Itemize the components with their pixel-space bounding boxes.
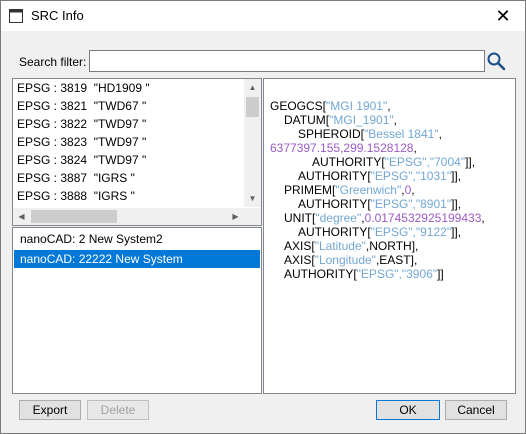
scroll-up-icon[interactable]: ▲ xyxy=(244,79,261,96)
close-icon: ✕ xyxy=(495,5,511,26)
ok-button[interactable]: OK xyxy=(376,400,440,420)
cancel-button[interactable]: Cancel xyxy=(445,400,507,420)
window-icon xyxy=(9,9,23,23)
wkt-line: AUTHORITY["EPSG","9122"]], xyxy=(298,225,462,239)
src-list[interactable]: EPSG : 3819 "HD1909 " EPSG : 3821 "TWD67… xyxy=(12,78,262,226)
wkt-line: 6377397.155,299.1528128, xyxy=(270,141,417,155)
src-list-item[interactable]: EPSG : 3823 "TWD97 " xyxy=(13,133,261,151)
scroll-right-icon[interactable]: ▶ xyxy=(227,208,244,225)
wkt-line: GEOGCS["MGI 1901", xyxy=(270,99,391,113)
title-bar: SRC Info ✕ xyxy=(1,1,525,31)
scroll-corner xyxy=(244,208,261,225)
src-info-dialog: SRC Info ✕ Search filter: EPSG : 3819 "H… xyxy=(0,0,526,434)
src-list-item[interactable]: EPSG : 3822 "TWD97 " xyxy=(13,115,261,133)
wkt-definition-panel: GEOGCS["MGI 1901", DATUM["MGI_1901", SPH… xyxy=(263,78,516,394)
scroll-down-icon[interactable]: ▼ xyxy=(244,190,261,207)
wkt-line: AXIS["Latitude",NORTH], xyxy=(284,239,419,253)
search-icon[interactable] xyxy=(486,51,506,71)
wkt-line: PRIMEM["Greenwich",0, xyxy=(284,183,415,197)
search-filter-label: Search filter: xyxy=(19,55,87,69)
src-list-item[interactable]: EPSG : 3819 "HD1909 " xyxy=(13,79,261,97)
delete-button[interactable]: Delete xyxy=(87,400,149,420)
search-input[interactable] xyxy=(89,50,485,72)
src-list-rows: EPSG : 3819 "HD1909 " EPSG : 3821 "TWD67… xyxy=(13,79,261,205)
wkt-line: AUTHORITY["EPSG","7004"]], xyxy=(312,155,476,169)
scroll-left-icon[interactable]: ◀ xyxy=(13,208,30,225)
user-src-list[interactable]: nanoCAD: 2 New System2 nanoCAD: 22222 Ne… xyxy=(12,227,262,394)
wkt-line: AUTHORITY["EPSG","3906"]] xyxy=(284,267,444,281)
horizontal-scrollbar[interactable]: ◀ ▶ xyxy=(13,208,244,225)
wkt-line: AXIS["Longitude",EAST], xyxy=(284,253,418,267)
wkt-line: SPHEROID["Bessel 1841", xyxy=(298,127,442,141)
wkt-line: AUTHORITY["EPSG","1031"]], xyxy=(298,169,462,183)
src-list-item[interactable]: EPSG : 3821 "TWD67 " xyxy=(13,97,261,115)
user-src-item[interactable]: nanoCAD: 2 New System2 xyxy=(14,230,260,248)
close-button[interactable]: ✕ xyxy=(481,1,525,31)
wkt-line: UNIT["degree",0.0174532925199433, xyxy=(284,211,485,225)
user-src-item-selected[interactable]: nanoCAD: 22222 New System xyxy=(14,250,260,268)
horizontal-scroll-thumb[interactable] xyxy=(31,210,117,223)
src-list-item[interactable]: EPSG : 3888 "IGRS " xyxy=(13,187,261,205)
window-title: SRC Info xyxy=(31,8,84,23)
wkt-line: DATUM["MGI_1901", xyxy=(284,113,398,127)
export-button[interactable]: Export xyxy=(19,400,81,420)
vertical-scroll-thumb[interactable] xyxy=(246,97,259,117)
src-list-item[interactable]: EPSG : 3887 "IGRS " xyxy=(13,169,261,187)
src-list-item[interactable]: EPSG : 3824 "TWD97 " xyxy=(13,151,261,169)
vertical-scrollbar[interactable]: ▲ ▼ xyxy=(244,79,261,207)
wkt-line: AUTHORITY["EPSG","8901"]], xyxy=(298,197,462,211)
